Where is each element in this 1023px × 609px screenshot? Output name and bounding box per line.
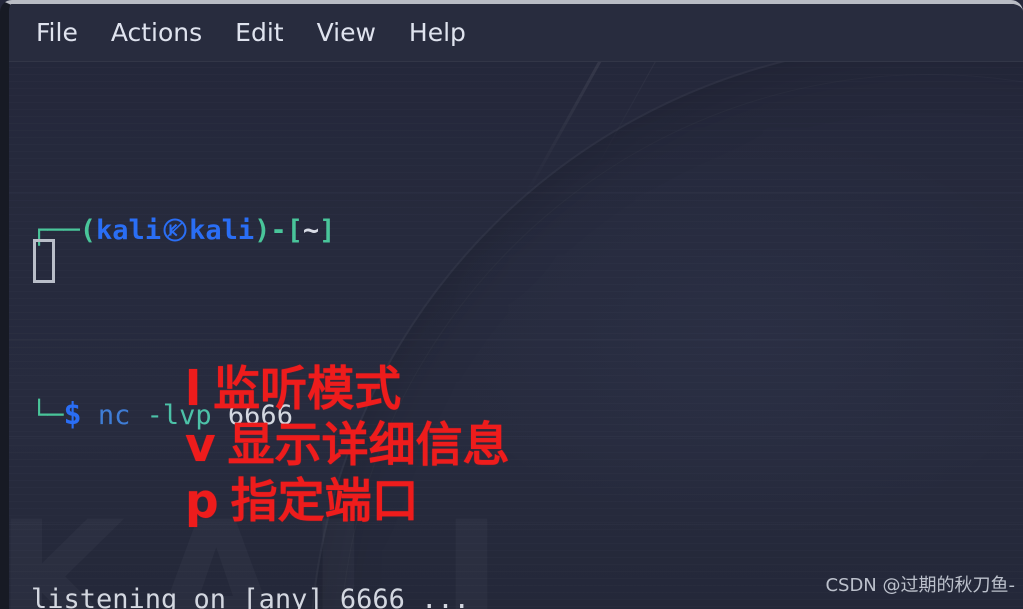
annotation-key-l: l — [185, 362, 203, 417]
prompt-line-top: ┌──(kali kali)-[~] — [31, 208, 1023, 254]
prompt-paren-open: ( — [79, 215, 97, 246]
prompt-bracket-open: [ — [286, 215, 303, 246]
menu-item-help[interactable]: Help — [406, 16, 469, 49]
annotation-text-l: 监听模式 — [213, 362, 402, 417]
menu-item-view[interactable]: View — [314, 16, 379, 49]
annotation-text-p: 指定端口 — [230, 473, 419, 529]
window-frame: KALI File Actions Edit View Help ┌──(kal… — [0, 0, 1023, 609]
annotation-verbose: v 显示详细信息 — [185, 421, 510, 470]
annotation-overlay: l 监听模式 v 显示详细信息 p 指定端口 — [185, 366, 510, 526]
prompt-sigil: $ — [63, 397, 82, 432]
terminal-window: KALI File Actions Edit View Help ┌──(kal… — [0, 0, 1023, 609]
menu-item-file[interactable]: File — [33, 16, 81, 49]
terminal-output-area[interactable]: ┌──(kali kali)-[~] └─$ nc -lvp 6666 liste… — [9, 62, 1023, 609]
csdn-watermark: CSDN @过期的秋刀鱼- — [825, 575, 1015, 596]
command-program: nc — [97, 400, 131, 431]
prompt-user: kali — [96, 215, 162, 246]
prompt-line-bottom: └─$ nc -lvp 6666 — [31, 392, 1023, 439]
prompt-branch-bottom: └─ — [31, 400, 64, 431]
menu-item-edit[interactable]: Edit — [232, 16, 286, 49]
annotation-port: p 指定端口 — [185, 477, 510, 526]
annotation-key-v: v — [185, 417, 217, 473]
annotation-listen-mode: l 监听模式 — [185, 366, 510, 414]
prompt-host: kali — [189, 215, 255, 246]
prompt-bracket-close: ] — [319, 215, 336, 246]
prompt-path: ~ — [302, 215, 320, 246]
prompt-paren-close: ) — [254, 215, 271, 246]
annotation-text-v: 显示详细信息 — [227, 417, 510, 473]
prompt-dash: - — [270, 215, 287, 246]
terminal-cursor — [33, 239, 55, 283]
annotation-key-p: p — [185, 473, 220, 529]
kali-logo-icon — [162, 212, 188, 242]
command-space-1 — [130, 400, 146, 431]
menu-bar: File Actions Edit View Help — [9, 4, 1023, 62]
menu-item-actions[interactable]: Actions — [108, 16, 205, 49]
